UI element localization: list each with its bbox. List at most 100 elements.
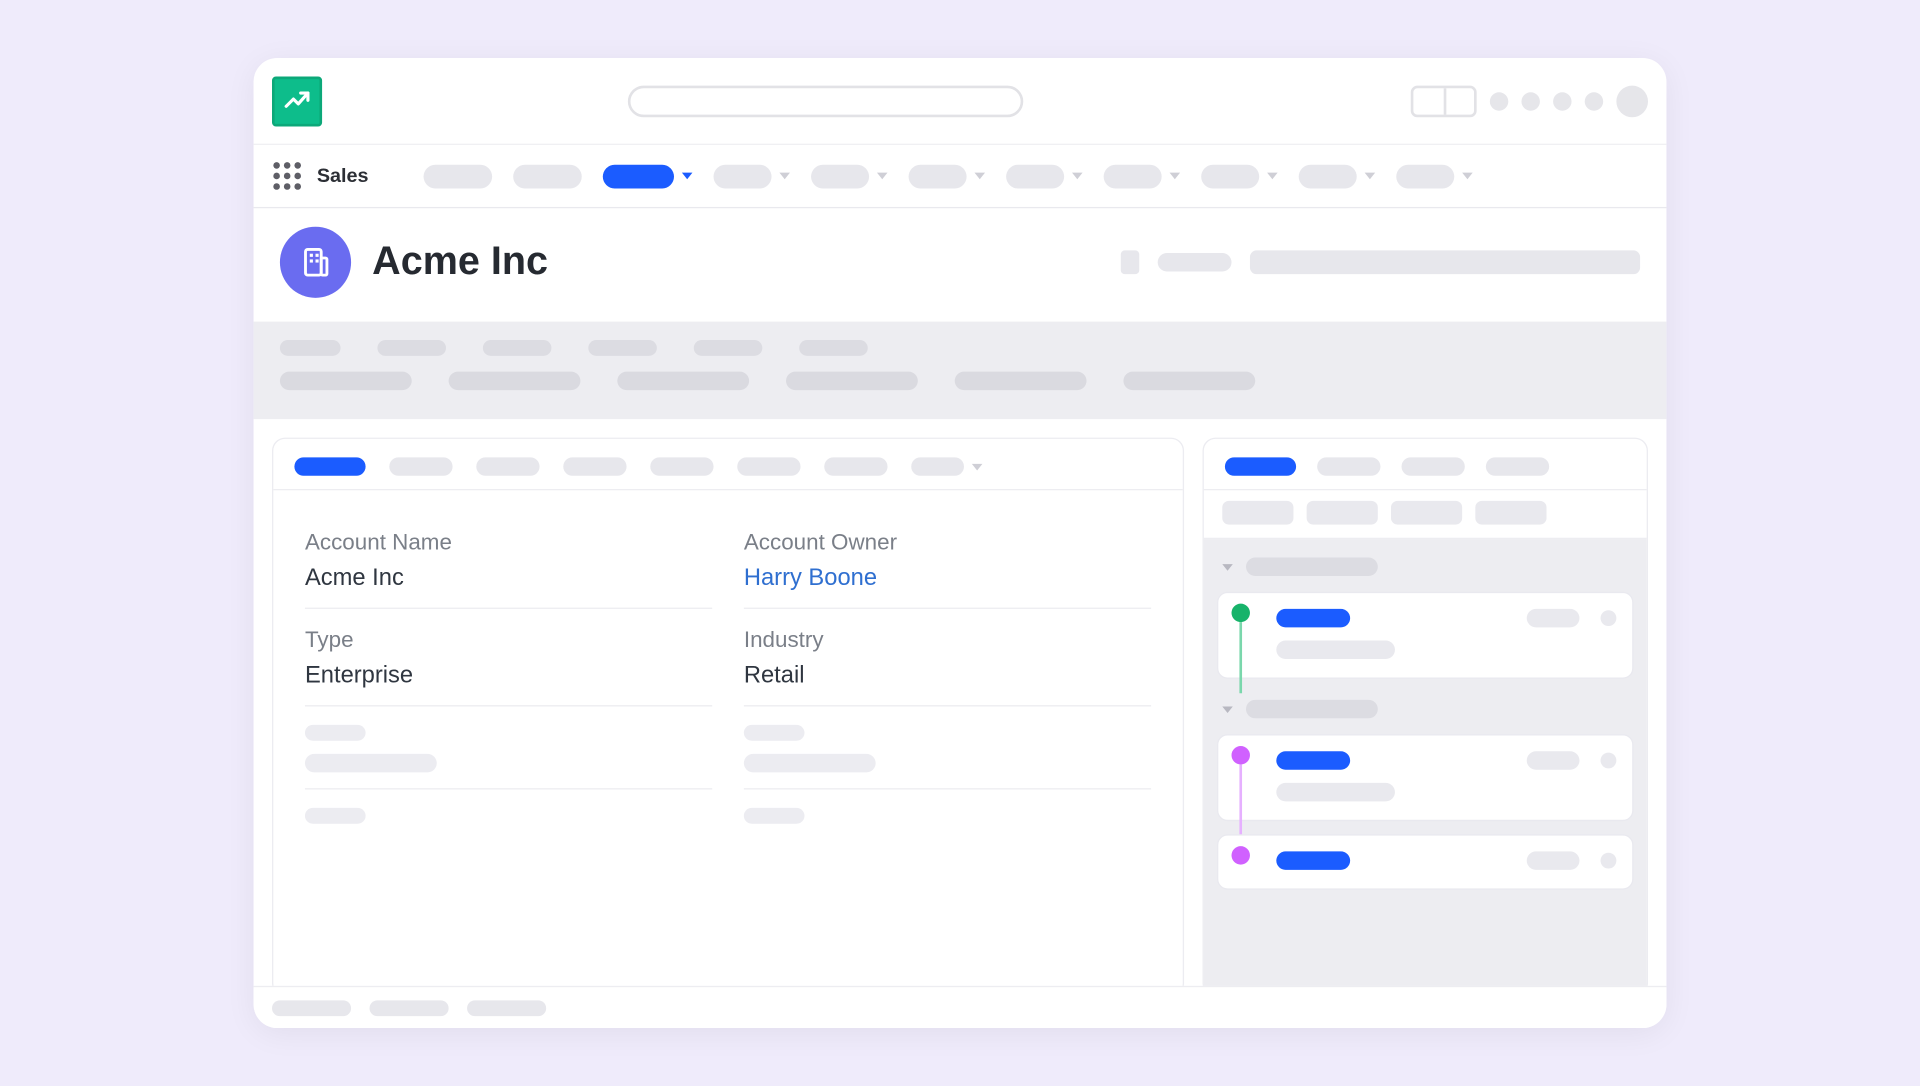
details-tab-placeholder[interactable] — [737, 457, 800, 475]
timeline-item-title-placeholder — [1276, 751, 1350, 769]
nav-tab-placeholder[interactable] — [1299, 164, 1375, 188]
app-nav-bar: Sales — [254, 145, 1667, 208]
details-tab-active[interactable] — [294, 457, 365, 475]
highlight-label-placeholder — [588, 340, 657, 356]
app-name-label: Sales — [317, 165, 369, 187]
timeline-section-header[interactable] — [1217, 692, 1633, 726]
timeline-connector — [1239, 764, 1242, 835]
avatar[interactable] — [1616, 85, 1648, 117]
utility-bar — [254, 986, 1667, 1028]
details-tab-overflow[interactable] — [911, 457, 982, 475]
timeline-item[interactable] — [1217, 734, 1633, 821]
chevron-down-icon — [1222, 706, 1233, 713]
timeline-item-title-placeholder — [1276, 609, 1350, 627]
nav-tab-placeholder[interactable] — [909, 164, 985, 188]
field-value: Retail — [744, 662, 1151, 690]
activity-tab-active[interactable] — [1225, 457, 1296, 475]
field-account-name[interactable]: Account Name Acme Inc — [305, 511, 712, 609]
action-bar-placeholder[interactable] — [1250, 250, 1640, 274]
app-launcher-icon[interactable] — [272, 161, 301, 190]
nav-tab-placeholder[interactable] — [811, 164, 887, 188]
timeline-item-action-placeholder[interactable] — [1601, 610, 1617, 626]
nav-tab-placeholder[interactable] — [1397, 164, 1473, 188]
details-panel: Account Name Acme Inc Account Owner Harr… — [272, 438, 1184, 997]
composer-tab-placeholder[interactable] — [1222, 501, 1293, 525]
field-label-placeholder — [744, 725, 805, 741]
chevron-down-icon — [1222, 563, 1233, 570]
nav-tab-placeholder[interactable] — [1006, 164, 1082, 188]
timeline-item-action-placeholder[interactable] — [1601, 853, 1617, 869]
timeline-section-label-placeholder — [1246, 558, 1378, 576]
record-title: Acme Inc — [372, 240, 548, 285]
composer-tab-placeholder[interactable] — [1307, 501, 1378, 525]
building-icon — [298, 245, 332, 279]
global-search-input[interactable] — [628, 85, 1023, 117]
global-header — [254, 58, 1667, 145]
details-body: Account Name Acme Inc Account Owner Harr… — [273, 490, 1182, 839]
utility-item-placeholder[interactable] — [370, 1000, 449, 1016]
activity-tab-placeholder[interactable] — [1402, 457, 1465, 475]
nav-tab-placeholder[interactable] — [424, 164, 493, 188]
nav-tab-placeholder[interactable] — [1104, 164, 1180, 188]
nav-tab-placeholder[interactable] — [513, 164, 582, 188]
field-type[interactable]: Type Enterprise — [305, 609, 712, 707]
header-icon-placeholder[interactable] — [1490, 92, 1508, 110]
timeline-item-meta-placeholder — [1527, 751, 1580, 769]
field-placeholder[interactable] — [305, 706, 712, 789]
timeline-item-subtext-placeholder — [1276, 783, 1395, 801]
chevron-down-icon — [780, 173, 791, 180]
activity-tab-placeholder[interactable] — [1317, 457, 1380, 475]
header-icon-placeholder[interactable] — [1521, 92, 1539, 110]
timeline-section-header[interactable] — [1217, 550, 1633, 584]
highlight-value-placeholder — [786, 372, 918, 390]
timeline-connector — [1239, 622, 1242, 693]
chevron-down-icon — [682, 173, 693, 180]
timeline-marker-icon — [1232, 604, 1250, 622]
timeline-item[interactable] — [1217, 592, 1633, 679]
field-label: Industry — [744, 627, 1151, 653]
field-label-placeholder — [305, 808, 366, 824]
header-icon-placeholder[interactable] — [1553, 92, 1571, 110]
highlight-value-placeholder — [449, 372, 581, 390]
timeline-item-title-placeholder — [1276, 851, 1350, 869]
activity-tabset — [1204, 439, 1647, 490]
details-tab-placeholder[interactable] — [563, 457, 626, 475]
timeline-item-meta-placeholder — [1527, 609, 1580, 627]
field-account-owner[interactable]: Account Owner Harry Boone — [744, 511, 1151, 609]
action-button-placeholder[interactable] — [1121, 250, 1139, 274]
utility-item-placeholder[interactable] — [272, 1000, 351, 1016]
timeline-item-meta-placeholder — [1527, 851, 1580, 869]
global-header-actions — [1411, 85, 1648, 117]
activity-tab-placeholder[interactable] — [1486, 457, 1549, 475]
field-value-placeholder — [744, 754, 876, 772]
details-tab-placeholder[interactable] — [824, 457, 887, 475]
details-tab-placeholder[interactable] — [389, 457, 452, 475]
details-tab-placeholder[interactable] — [650, 457, 713, 475]
timeline-item[interactable] — [1217, 834, 1633, 889]
chevron-down-icon — [1170, 173, 1181, 180]
header-toggle[interactable] — [1411, 85, 1477, 117]
field-placeholder[interactable] — [744, 706, 1151, 789]
highlight-value-placeholder — [955, 372, 1087, 390]
highlight-label-placeholder — [483, 340, 552, 356]
composer-tab-placeholder[interactable] — [1475, 501, 1546, 525]
app-logo[interactable] — [272, 76, 322, 126]
header-icon-placeholder[interactable] — [1585, 92, 1603, 110]
activity-composer-tabs — [1204, 490, 1647, 539]
field-placeholder[interactable] — [744, 789, 1151, 839]
nav-tab-active[interactable] — [603, 164, 693, 188]
field-label: Account Owner — [744, 530, 1151, 556]
nav-tab-placeholder[interactable] — [1201, 164, 1277, 188]
highlight-label-placeholder — [377, 340, 446, 356]
field-industry[interactable]: Industry Retail — [744, 609, 1151, 707]
chevron-down-icon — [877, 173, 888, 180]
composer-tab-placeholder[interactable] — [1391, 501, 1462, 525]
field-placeholder[interactable] — [305, 789, 712, 839]
highlight-value-placeholder — [1123, 372, 1255, 390]
timeline-item-action-placeholder[interactable] — [1601, 753, 1617, 769]
action-button-placeholder[interactable] — [1158, 253, 1232, 271]
field-value-link[interactable]: Harry Boone — [744, 564, 1151, 592]
nav-tab-placeholder[interactable] — [714, 164, 790, 188]
utility-item-placeholder[interactable] — [467, 1000, 546, 1016]
details-tab-placeholder[interactable] — [476, 457, 539, 475]
